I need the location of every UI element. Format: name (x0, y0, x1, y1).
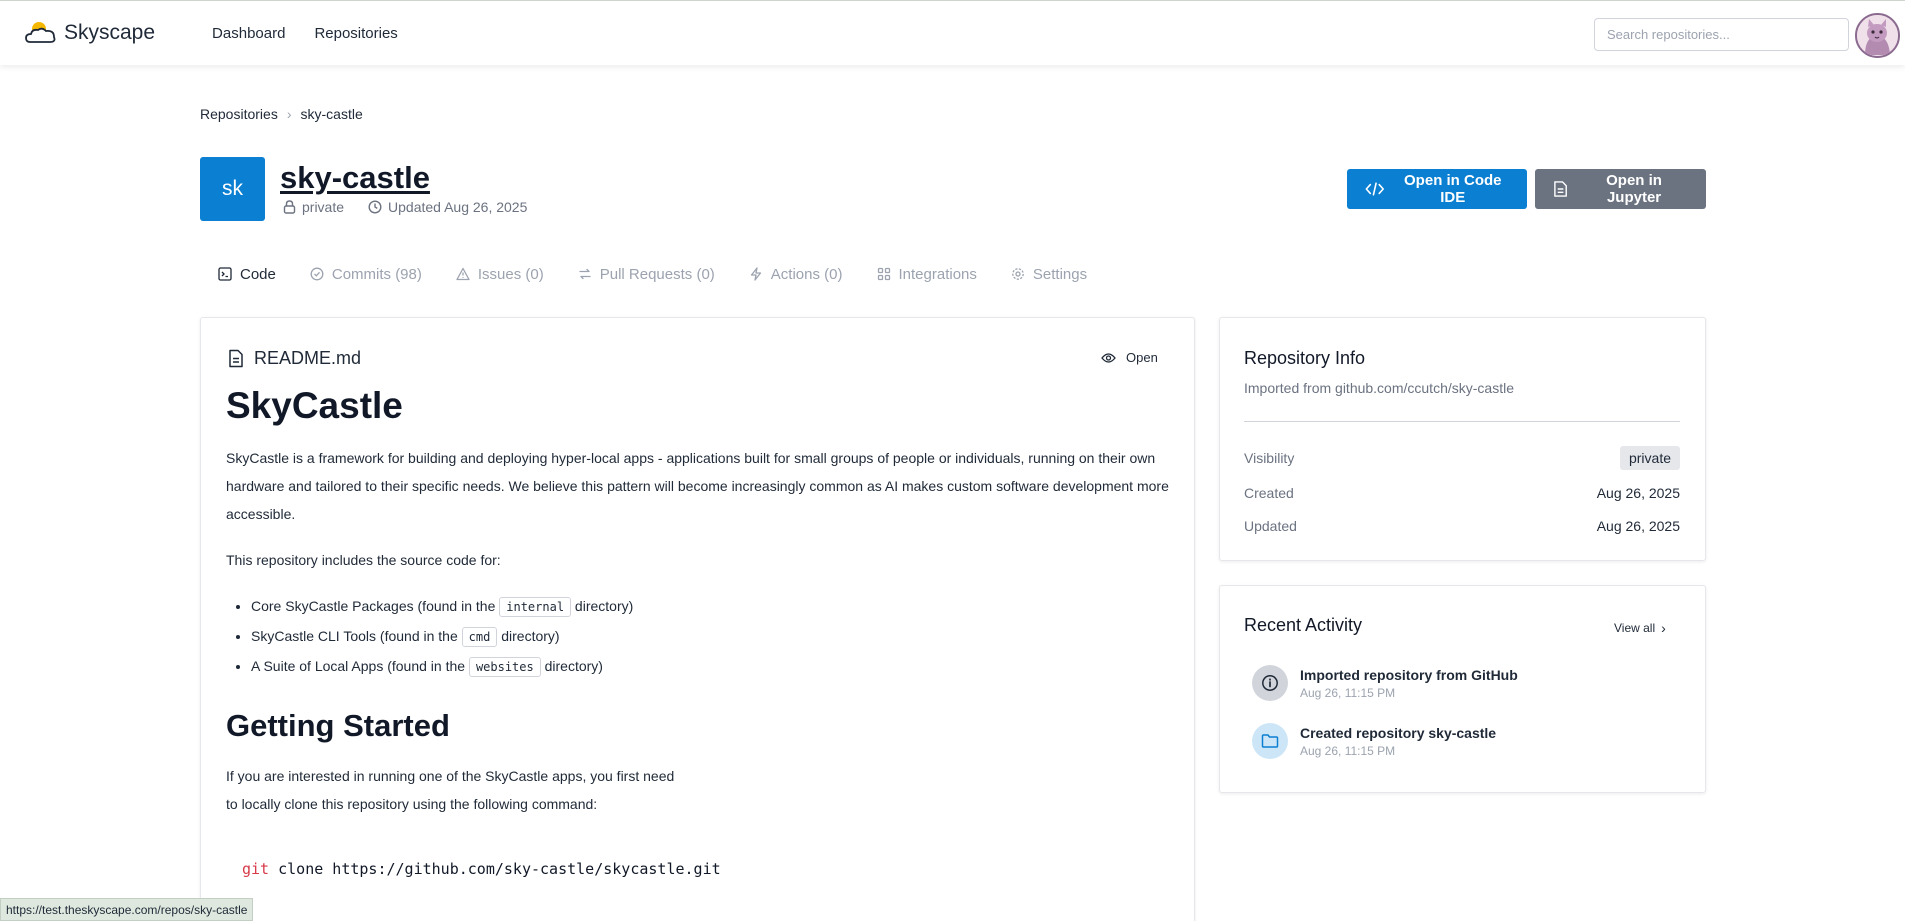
open-in-code-ide-button[interactable]: Open in Code IDE (1347, 169, 1527, 209)
document-icon (1554, 181, 1567, 197)
list-item: A Suite of Local Apps (found in the webs… (251, 651, 633, 681)
open-in-jupyter-button[interactable]: Open in Jupyter (1535, 169, 1706, 209)
repo-title[interactable]: sky-castle (280, 160, 430, 196)
repo-meta: private Updated Aug 26, 2025 (283, 199, 527, 215)
chevron-right-icon: › (1661, 620, 1666, 636)
brand-name: Skyscape (64, 21, 156, 44)
tab-pull-requests[interactable]: Pull Requests (0) (578, 264, 715, 284)
warning-icon (456, 267, 470, 281)
nav-dashboard[interactable]: Dashboard (212, 25, 285, 42)
cloud-sun-logo-icon (25, 22, 56, 43)
tab-code[interactable]: Code (218, 264, 276, 284)
repo-visibility: private (302, 199, 345, 215)
grid-icon (877, 267, 890, 281)
divider (1244, 421, 1680, 422)
folder-icon (1252, 723, 1288, 759)
clock-icon (368, 200, 382, 214)
open-in-jupyter-label: Open in Jupyter (1606, 172, 1662, 206)
repo-updated: Updated Aug 26, 2025 (388, 199, 528, 215)
tab-issues-label: Issues (0) (477, 265, 544, 283)
readme-filename: README.md (254, 348, 362, 368)
commit-icon (310, 267, 324, 281)
view-all-link[interactable]: View all › (1614, 620, 1666, 636)
tab-integrations[interactable]: Integrations (877, 264, 977, 284)
info-row-updated: Updated Aug 26, 2025 (1244, 518, 1680, 534)
breadcrumb-repositories[interactable]: Repositories (200, 106, 278, 122)
top-nav: Skyscape Dashboard Repositories (0, 0, 1905, 65)
info-row-visibility: Visibility private (1244, 446, 1680, 470)
tab-code-label: Code (240, 265, 276, 283)
readme-includes: This repository includes the source code… (226, 552, 501, 568)
pull-request-icon (579, 268, 591, 280)
activity-item[interactable]: Created repository sky-castle Aug 26, 11… (1252, 723, 1496, 759)
lock-icon (283, 200, 296, 214)
repository-info-source: Imported from github.com/ccutch/sky-cast… (1244, 380, 1514, 396)
file-icon (229, 349, 243, 368)
readme-open-label: Open (1126, 350, 1158, 365)
readme-heading: SkyCastle (226, 385, 403, 426)
tab-settings[interactable]: Settings (1011, 264, 1087, 284)
inline-code: internal (499, 597, 572, 617)
readme-header: README.md (228, 348, 361, 369)
info-row-created: Created Aug 26, 2025 (1244, 485, 1680, 501)
terminal-icon (218, 267, 232, 281)
inline-code: websites (468, 657, 541, 677)
recent-activity-title: Recent Activity (1244, 615, 1363, 635)
tab-issues[interactable]: Issues (0) (456, 264, 544, 284)
tab-settings-label: Settings (1032, 265, 1088, 283)
bolt-icon (750, 267, 761, 281)
repo-tabs: Code Commits (98) Issues (0) Pull Reques… (218, 264, 1121, 284)
activity-item[interactable]: Imported repository from GitHub Aug 26, … (1252, 665, 1518, 701)
search-input[interactable] (1594, 18, 1849, 51)
tab-commits[interactable]: Commits (98) (310, 264, 422, 284)
brand-link[interactable]: Skyscape (24, 20, 155, 46)
eye-icon (1101, 352, 1116, 363)
info-icon (1252, 665, 1288, 701)
tab-integrations-label: Integrations (898, 265, 977, 283)
breadcrumb-current: sky-castle (300, 106, 363, 122)
repo-avatar: sk (200, 157, 265, 221)
list-item: SkyCastle CLI Tools (found in the cmd di… (251, 621, 633, 651)
readme-list: Core SkyCastle Packages (found in the in… (251, 591, 633, 681)
inline-code: cmd (461, 627, 498, 647)
tab-commits-label: Commits (98) (331, 265, 422, 283)
code-icon (1365, 182, 1384, 196)
gear-icon (1012, 268, 1024, 280)
readme-open-link[interactable]: Open (1101, 350, 1158, 365)
avatar[interactable] (1855, 13, 1900, 58)
recent-activity-card: Recent Activity View all › Imported repo… (1219, 585, 1706, 793)
readme-getting-started-text: If you are interested in running one of … (226, 768, 675, 812)
tab-actions-label: Actions (0) (770, 265, 843, 283)
open-in-code-ide-label: Open in Code IDE (1404, 172, 1502, 206)
list-item: Core SkyCastle Packages (found in the in… (251, 591, 633, 621)
chevron-right-icon: › (286, 106, 292, 122)
code-block: git clone https://github.com/sky-castle/… (242, 860, 721, 878)
repository-info-title: Repository Info (1244, 348, 1366, 368)
breadcrumb: Repositories › sky-castle (200, 106, 363, 122)
cat-avatar-icon (1857, 15, 1898, 56)
link-preview-statusbar: https://test.theskyscape.com/repos/sky-c… (0, 898, 254, 921)
readme-getting-started-heading: Getting Started (226, 708, 450, 743)
nav-repositories[interactable]: Repositories (314, 25, 397, 42)
readme-card: README.md Open SkyCastle SkyCastle is a … (200, 317, 1195, 921)
repository-info-card: Repository Info Imported from github.com… (1219, 317, 1706, 561)
tab-pull-requests-label: Pull Requests (0) (599, 265, 715, 283)
main-nav: Dashboard Repositories (212, 25, 398, 42)
visibility-badge: private (1619, 446, 1680, 470)
tab-actions[interactable]: Actions (0) (749, 264, 843, 284)
readme-intro: SkyCastle is a framework for building an… (226, 450, 1169, 522)
